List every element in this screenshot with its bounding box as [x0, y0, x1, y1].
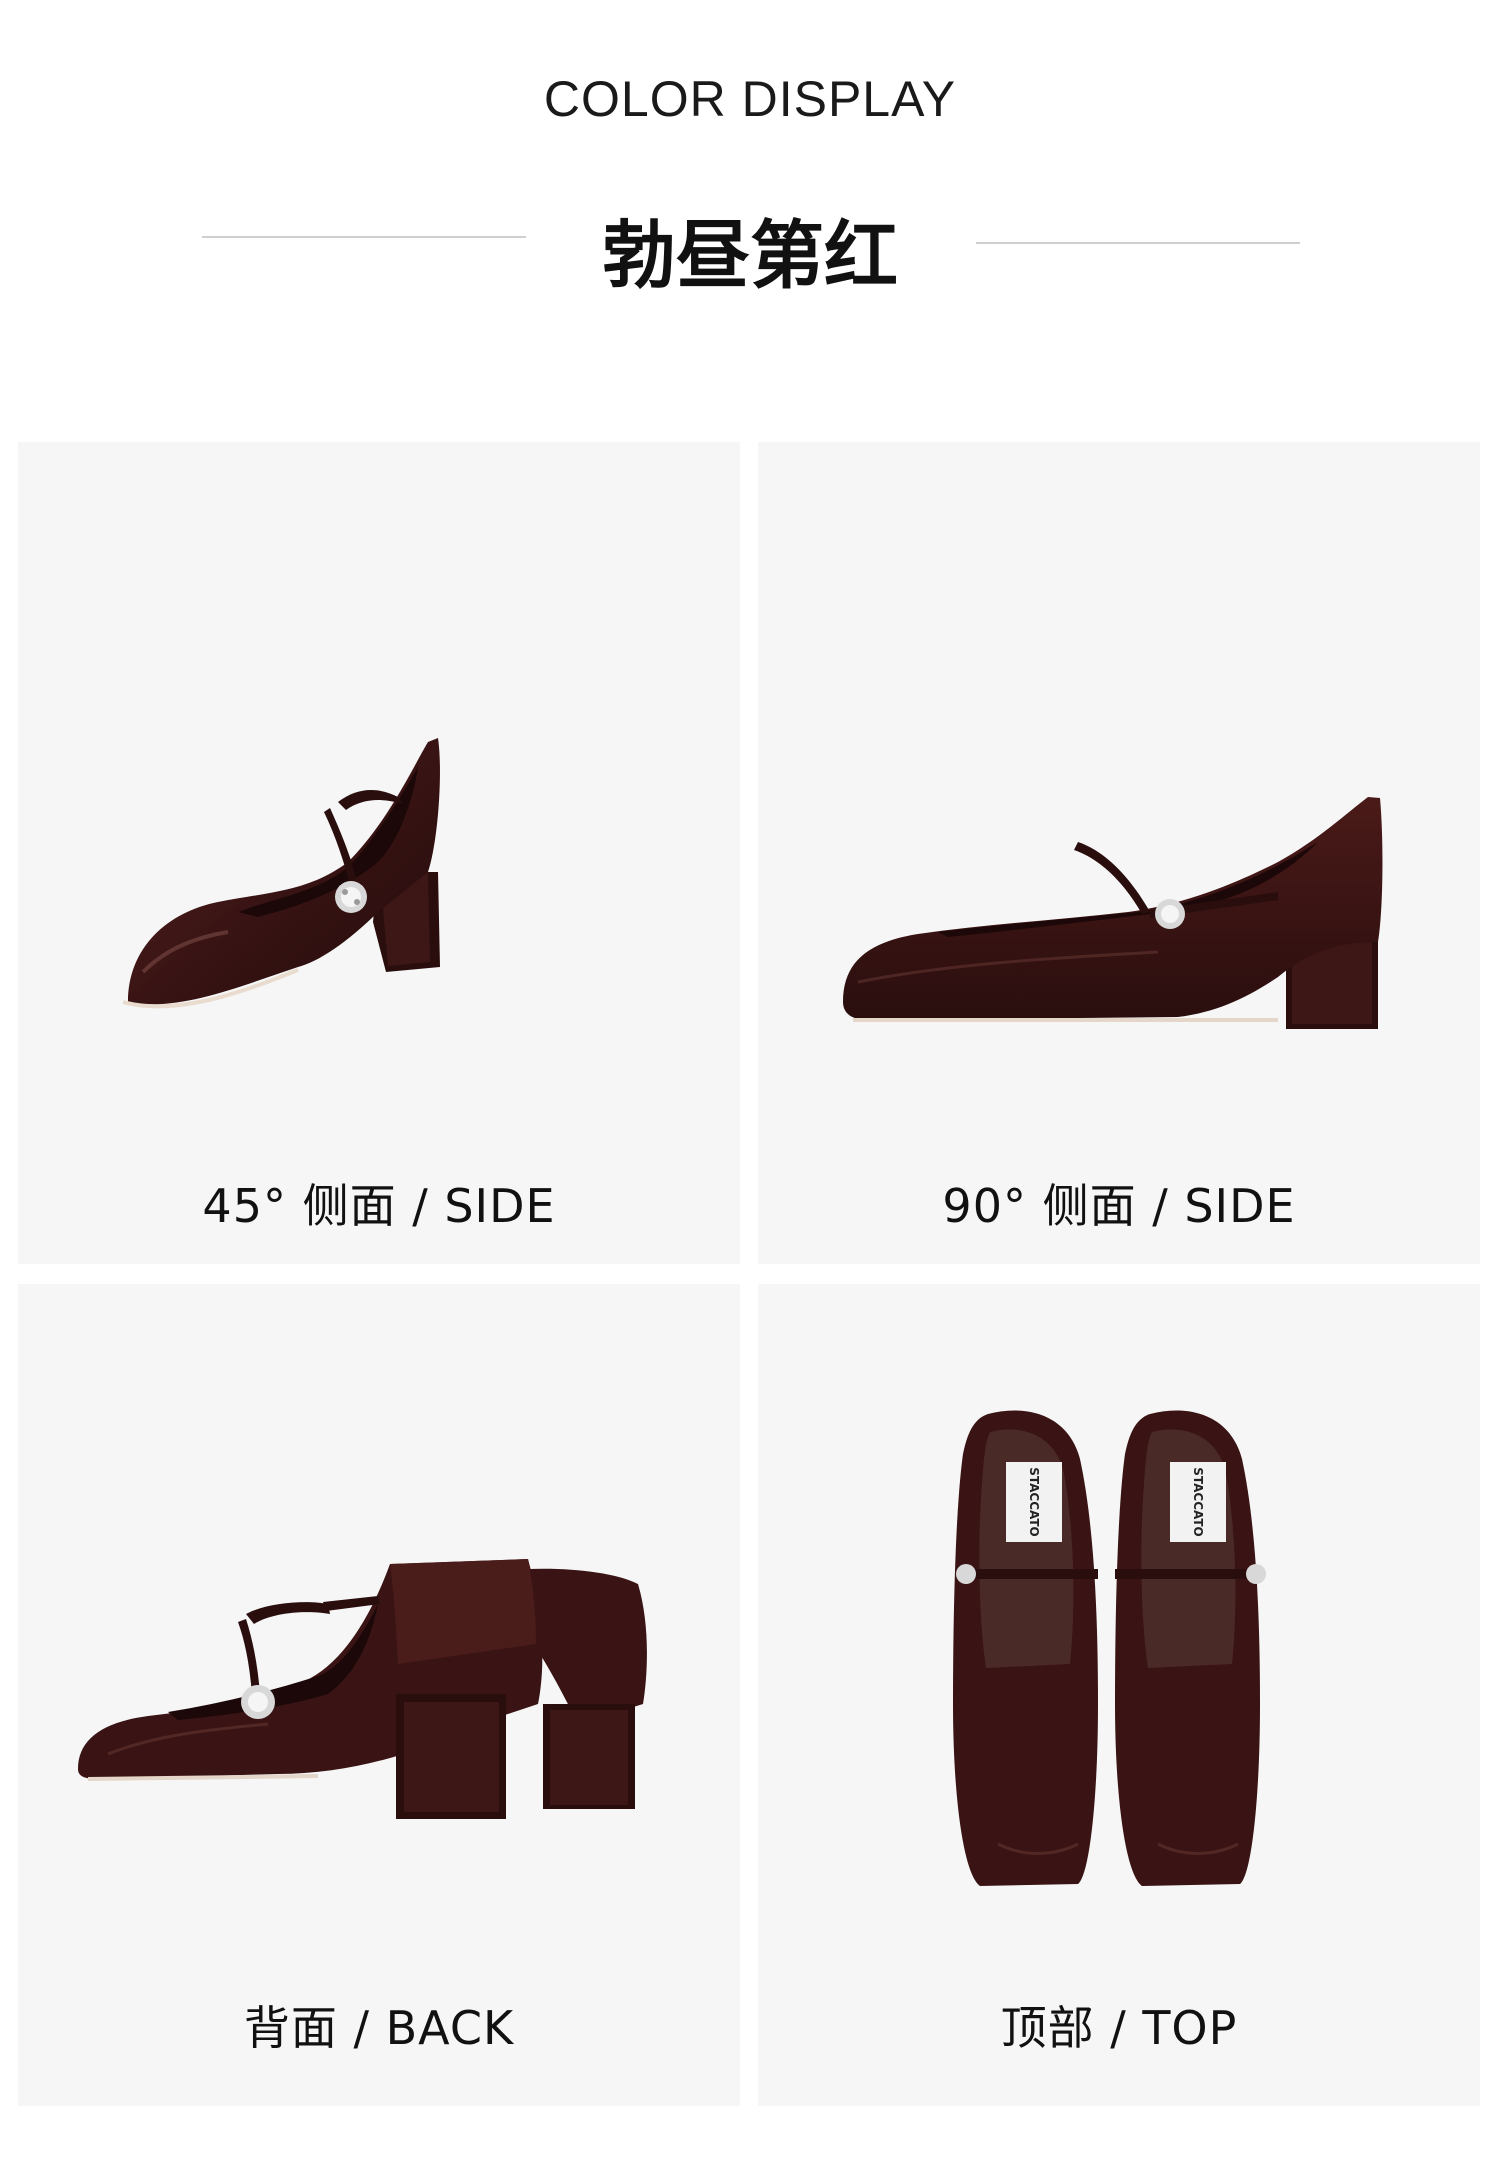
- product-view-top[interactable]: STACCATO STACCATO 顶部 / TOP: [758, 1284, 1480, 2106]
- shoe-image-top: STACCATO STACCATO: [953, 1410, 1266, 1886]
- view-caption-45-side: 45° 侧面 / SIDE: [202, 1179, 556, 1233]
- insole-brand-right: STACCATO: [1191, 1467, 1205, 1537]
- shoe-image-45-side: [122, 738, 440, 1009]
- color-name-title: 勃昼第红: [602, 213, 898, 299]
- shoe-image-90-side: [843, 797, 1383, 1029]
- product-view-90-side[interactable]: 90° 侧面 / SIDE: [758, 442, 1480, 1264]
- view-caption-90-side: 90° 侧面 / SIDE: [942, 1179, 1296, 1233]
- shoe-image-back: [78, 1559, 647, 1819]
- product-view-45-side[interactable]: 45° 侧面 / SIDE: [18, 442, 740, 1264]
- view-caption-back: 背面 / BACK: [243, 2001, 515, 2055]
- view-caption-top: 顶部 / TOP: [1000, 2001, 1238, 2055]
- eyebrow-heading: COLOR DISPLAY: [543, 71, 957, 127]
- insole-brand-left: STACCATO: [1027, 1467, 1041, 1537]
- product-view-back[interactable]: 背面 / BACK: [18, 1284, 740, 2106]
- color-title-row: 勃昼第红: [0, 190, 1500, 299]
- title-divider-right: [976, 242, 1300, 244]
